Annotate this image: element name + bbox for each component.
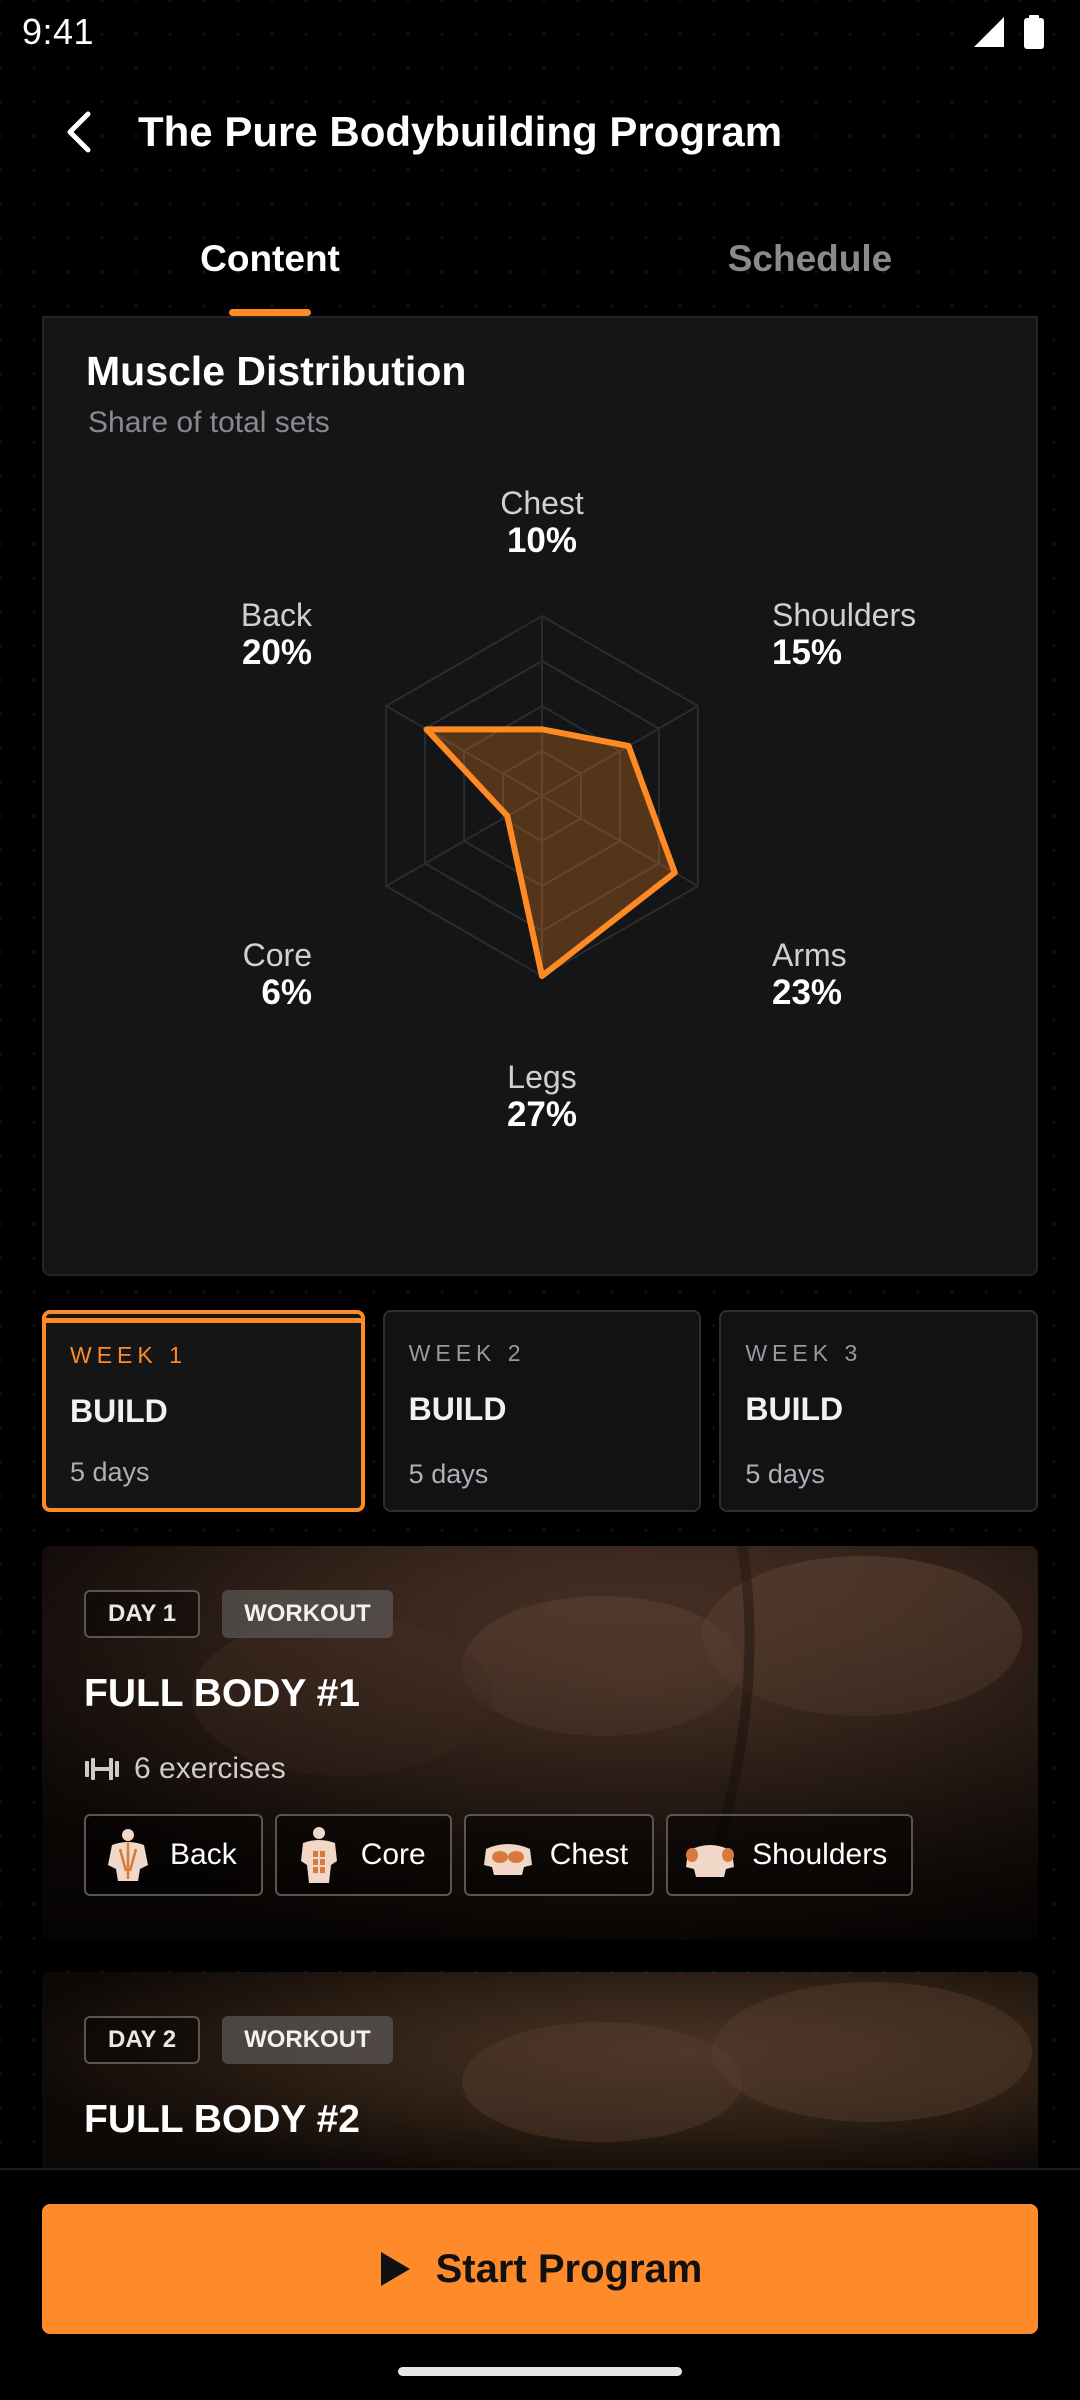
status-bar: 9:41 [0,0,1080,64]
radar-category-label: Chest [500,485,584,521]
tab-content-label: Content [200,238,340,279]
week-card-1[interactable]: WEEK 1 BUILD 5 days [42,1310,365,1512]
home-indicator[interactable] [398,2367,682,2376]
muscle-tag-label: Chest [549,1838,629,1871]
week-days: 5 days [745,1459,825,1489]
radar-value-label: 27% [507,1095,577,1134]
signal-icon [974,17,1004,47]
radar-category-label: Back [241,597,313,633]
day-card-2[interactable]: DAY 2 WORKOUT FULL BODY #2 [42,1972,1038,2168]
week-label: WEEK 2 [408,1340,526,1366]
day-number-chip: DAY 1 [84,1590,201,1638]
muscle-distribution-card: Chest 10% Shoulders 15% Arms 23% Legs 27% Core 6%… [42,316,1038,1276]
week-phase: BUILD [70,1393,168,1429]
week-card-3[interactable]: WEEK 3 BUILD 5 days [719,1310,1039,1512]
muscle-tags: Back Core Chest Shoulders [84,1814,914,1896]
muscle-tag-core: Core [274,1814,452,1896]
radar-value-label: 23% [772,973,842,1012]
day-title: FULL BODY #2 [84,2098,360,2141]
start-program-button[interactable]: Start Program [42,2204,1038,2334]
workout-type-chip: WORKOUT [222,1590,393,1638]
start-program-label: Start Program [435,2246,703,2291]
day-chips: DAY 1 WORKOUT [84,1590,393,1638]
week-days: 5 days [70,1457,150,1487]
day-chips: DAY 2 WORKOUT [84,2016,393,2064]
radar-category-label: Arms [772,937,847,973]
radar-value-label: 20% [242,633,312,672]
tab-active-indicator [229,309,311,316]
dumbbell-icon [85,1758,119,1780]
back-button[interactable] [40,92,120,172]
radar-value-label: 6% [261,973,312,1012]
chest-muscle-icon [483,1844,532,1875]
week-phase: BUILD [408,1391,507,1427]
exercise-count-label: 6 exercises [134,1752,286,1785]
week-card-2[interactable]: WEEK 2 BUILD 5 days [382,1310,702,1512]
radar-category-label: Shoulders [772,597,916,633]
muscle-tag-label: Back [170,1838,237,1871]
page-title: The Pure Bodybuilding Program [138,108,783,155]
play-icon [380,2252,410,2286]
tab-bar: Content Schedule [0,220,1080,316]
week-label: WEEK 1 [70,1342,187,1368]
status-time: 9:41 [22,11,95,52]
week-phase: BUILD [745,1391,844,1427]
tab-content[interactable]: Content [0,220,540,316]
day-number-chip: DAY 2 [84,2016,201,2064]
muscle-tag-back: Back [84,1814,263,1896]
radar-chart: Chest10% Shoulders15% Arms23% Legs27% Core6%… [241,485,916,1134]
chart-subtitle: Share of total sets [88,406,330,439]
status-icons [972,15,1044,49]
shoulders-muscle-icon [686,1845,735,1877]
tab-schedule[interactable]: Schedule [540,220,1080,316]
back-arrow-icon [67,111,91,153]
core-muscle-icon [300,1827,337,1883]
exercise-count: 6 exercises [84,1752,286,1786]
muscle-tag-label: Shoulders [752,1838,888,1871]
week-days: 5 days [408,1459,489,1489]
chart-title: Muscle Distribution [86,348,467,394]
week-label: WEEK 3 [745,1340,863,1366]
day-title: FULL BODY #1 [84,1672,360,1715]
radar-category-label: Core [243,937,312,973]
radar-value-label: 10% [507,521,577,560]
back-muscle-icon [108,1829,148,1881]
app-bar: The Pure Bodybuilding Program [0,90,1080,174]
workout-type-chip: WORKOUT [222,2016,393,2064]
muscle-tag-shoulders: Shoulders [666,1814,914,1896]
radar-value-label: 15% [772,633,842,672]
battery-icon [1024,15,1044,49]
week-selector: WEEK 1 BUILD 5 days WEEK 2 BUILD 5 days … [42,1310,1039,1512]
tab-schedule-label: Schedule [727,238,893,279]
muscle-tag-chest: Chest [463,1814,655,1896]
muscle-tag-label: Core [360,1838,426,1871]
radar-category-label: Legs [507,1059,576,1095]
radar-series-area [423,726,678,979]
bottom-action-bar: Start Program [0,2168,1080,2400]
day-card-1[interactable]: DAY 1 WORKOUT FULL BODY #1 6 exercises B… [42,1546,1038,1940]
